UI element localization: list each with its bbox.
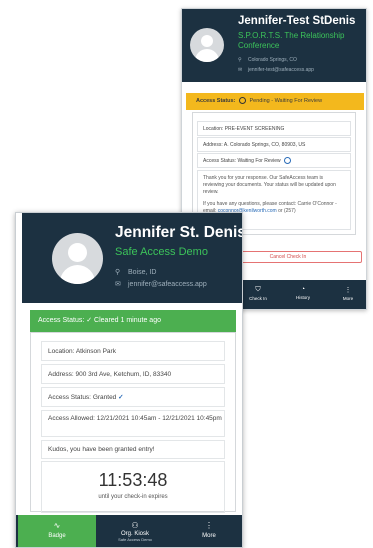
front-location-line: ⚲ Boise, ID [115, 268, 156, 276]
back-location-value: PRE-EVENT SCREENING [224, 126, 285, 132]
history-icon: ◔ [300, 286, 306, 293]
back-nav-check-in[interactable]: ⛉ Check In [238, 286, 278, 301]
front-access-allowed-row: Access Allowed: 12/21/2021 10:45am - 12/… [41, 410, 225, 437]
front-email-text: jennifer@safeaccess.app [128, 281, 207, 288]
front-location-text: Boise, ID [128, 269, 157, 276]
front-details-card: Location: Atkinson Park Address: 900 3rd… [30, 332, 236, 513]
front-access-allowed-value: 12/21/2021 10:45am - 12/21/2021 10:45pm [96, 415, 222, 422]
back-message-1: Thank you for your response. Our SafeAcc… [203, 175, 336, 195]
back-address-label: Address: [203, 142, 223, 148]
location-pin-icon: ⚲ [115, 269, 121, 276]
location-pin-icon: ⚲ [238, 57, 242, 63]
back-profile-header: Jennifer-Test StDenis S.P.O.R.T.S. The R… [182, 9, 366, 82]
front-access-status-label: Access Status: [48, 394, 91, 401]
front-address-value: 900 3rd Ave, Ketchum, ID, 83340 [75, 371, 172, 378]
front-message: Kudos, you have been granted entry! [48, 446, 155, 453]
front-location-row: Location: Atkinson Park [41, 341, 225, 361]
back-nav-history-label: History [295, 295, 310, 300]
nav-badge-tab[interactable]: ∿ Badge [18, 515, 96, 547]
back-email-line: ✉ jennifer-test@safeaccess.app [238, 67, 314, 73]
front-bottom-nav: ∿ Badge ⚇ Org. Kiosk Safe Access Demo ⋮ … [16, 515, 242, 547]
checkin-countdown: 11:53:48 until your check-in expires [41, 461, 225, 513]
back-avatar [190, 28, 224, 62]
front-access-status-value: Granted [92, 394, 117, 401]
front-avatar [52, 233, 103, 284]
back-location-line: ⚲ Colorado Springs, CO [238, 57, 297, 63]
back-status-label: Access Status: [196, 98, 236, 104]
countdown-caption: until your check-in expires [98, 494, 168, 500]
back-status-value: Pending - Waiting For Review [249, 98, 323, 104]
nav-badge-label: Badge [48, 533, 66, 539]
more-icon: ⋮ [205, 521, 213, 530]
back-access-status-row: Access Status: Waiting For Review [197, 153, 351, 168]
front-address-label: Address: [48, 371, 74, 378]
nav-org-kiosk-sublabel: Safe Access Demo [118, 537, 152, 542]
nav-more-tab[interactable]: ⋮ More [176, 515, 242, 547]
back-nav-history[interactable]: ◔ History [283, 286, 323, 300]
waiting-clock-icon [284, 157, 292, 165]
badge-icon: ∿ [53, 521, 61, 530]
pending-clock-icon [238, 97, 246, 105]
email-icon: ✉ [115, 281, 121, 288]
front-message-row: Kudos, you have been granted entry! [41, 440, 225, 459]
people-icon: ⚇ [131, 521, 139, 530]
front-profile-header: Jennifer St. Denis Safe Access Demo ⚲ Boi… [22, 213, 243, 303]
back-nav-more-label: More [342, 296, 354, 301]
email-icon: ✉ [238, 67, 243, 73]
shield-icon: ⛉ [255, 286, 261, 293]
front-access-status-row: Access Status: Granted ✓ [41, 387, 225, 407]
back-location-label: Location: [203, 126, 224, 132]
back-nav-more[interactable]: ⋮ More [328, 286, 366, 301]
front-email-line: ✉ jennifer@safeaccess.app [115, 280, 207, 288]
front-profile-name: Jennifer St. Denis [115, 224, 243, 241]
front-address-row: Address: 900 3rd Ave, Ketchum, ID, 83340 [41, 364, 225, 384]
nav-org-kiosk-tab[interactable]: ⚇ Org. Kiosk Safe Access Demo [98, 515, 172, 547]
back-address-row: Address: A. Colorado Springs, CO, 80903,… [197, 137, 351, 152]
back-access-status-label: Access Status: [203, 158, 237, 164]
back-email-text: jennifer-test@safeaccess.app [248, 67, 314, 73]
back-profile-name: Jennifer-Test StDenis [238, 15, 356, 27]
granted-check-icon: ✓ [118, 394, 124, 401]
back-location-text: Colorado Springs, CO [248, 57, 297, 63]
back-access-status-bar: Access Status: Pending - Waiting For Rev… [186, 93, 364, 110]
countdown-timer: 11:53:48 [98, 470, 168, 490]
back-bottom-nav: ⛉ Check In ◔ History ⋮ More [238, 280, 366, 309]
more-icon: ⋮ [344, 287, 352, 294]
back-message-tail: or (257) [278, 208, 296, 214]
back-access-status-value: Waiting For Review [237, 158, 281, 164]
back-location-row: Location: PRE-EVENT SCREENING [197, 121, 351, 136]
front-location-value: Atkinson Park [75, 348, 116, 355]
back-address-value: A. Colorado Springs, CO, 80903, US [223, 142, 306, 148]
back-profile-org: S.P.O.R.T.S. The Relationship Conference [238, 31, 345, 50]
front-access-allowed-label: Access Allowed: [48, 415, 95, 422]
back-nav-check-in-label: Check In [249, 296, 267, 301]
front-phone-screen: Jennifer St. Denis Safe Access Demo ⚲ Boi… [15, 212, 243, 548]
nav-more-label: More [202, 533, 216, 539]
front-profile-org: Safe Access Demo [115, 246, 208, 258]
front-location-label: Location: [48, 348, 75, 355]
front-access-status-bar: Access Status: ✓ Cleared 1 minute ago [30, 310, 236, 332]
